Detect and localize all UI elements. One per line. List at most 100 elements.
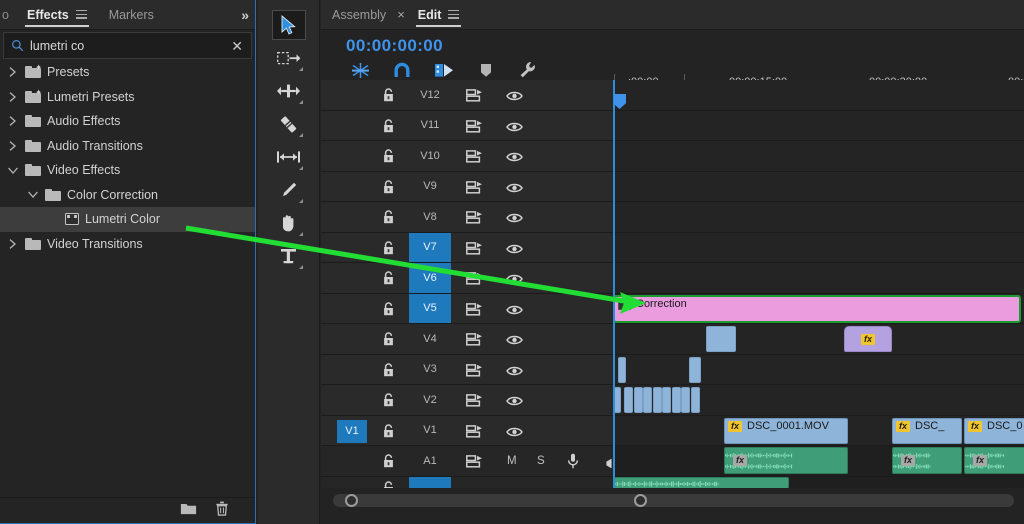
track-header[interactable]: A1 M S [321,446,614,476]
voice-record-icon[interactable] [567,453,579,474]
track-lane[interactable]: Correction [613,293,1024,323]
track-lane[interactable] [614,232,1024,262]
track-lock-icon[interactable] [383,149,394,168]
tab-truncated[interactable]: o [0,0,16,29]
track-lock-icon[interactable] [383,88,394,107]
add-marker-button[interactable] [475,60,497,80]
track-visibility-eye-icon[interactable] [506,272,523,290]
track-name-A1[interactable]: A1 [409,446,451,476]
tree-item-video-transitions[interactable]: Video Transitions [0,232,255,257]
timeline-settings-button[interactable] [517,60,539,80]
track-select-forward-tool[interactable] [272,43,306,73]
sync-lock-icon[interactable] [466,241,483,260]
track-visibility-eye-icon[interactable] [506,89,523,107]
track-lane[interactable] [614,202,1024,232]
track-lock-icon[interactable] [383,362,394,382]
chevron-right-icon[interactable] [6,238,19,249]
track-visibility-eye-icon[interactable] [506,333,523,351]
track-lane[interactable] [614,263,1024,293]
track-name-V3[interactable]: V3 [409,355,451,385]
playhead-timecode[interactable]: 00:00:00:00 [346,36,443,56]
tab-effects[interactable]: Effects [16,0,98,29]
chevron-down-icon[interactable] [26,191,39,199]
type-tool[interactable] [272,241,306,271]
clip-video-2[interactable]: fx DSC_0 [964,417,1024,444]
clip-audio-0[interactable]: fx [724,447,848,474]
track-lock-icon[interactable] [383,179,394,199]
ripple-edit-tool[interactable] [272,76,306,106]
mute-button[interactable]: M [507,455,517,467]
clip-audio-2[interactable]: fx [964,447,1024,474]
track-visibility-eye-icon[interactable] [506,181,523,199]
track-name-V6[interactable]: V6 [409,263,451,293]
track-name-V8[interactable]: V8 [409,202,451,232]
track-lane[interactable] [614,354,1024,384]
track-lane[interactable] [614,171,1024,201]
track-lane[interactable]: fx fx fx [614,446,1024,476]
zoom-handle-right[interactable] [634,493,647,507]
clip-video-1[interactable]: fx DSC_ [892,417,962,444]
tree-item-video-effects[interactable]: Video Effects [0,158,255,183]
search-input[interactable] [30,38,225,53]
track-header[interactable]: V3 [321,354,614,385]
track-lane[interactable] [614,141,1024,171]
track-visibility-eye-icon[interactable] [506,394,523,412]
clip-v3-a[interactable] [618,356,626,383]
sync-lock-icon[interactable] [466,180,483,199]
track-header[interactable]: V12 [321,80,614,110]
track-name-V1[interactable]: V1 [409,416,451,446]
chevron-right-icon[interactable] [6,116,19,127]
effects-panel-menu-icon[interactable] [75,10,87,19]
track-name-V4[interactable]: V4 [409,324,451,354]
sync-lock-icon[interactable] [466,424,483,443]
effects-search-row[interactable]: ✕ [3,32,252,59]
clip-v2-strip[interactable] [671,387,681,413]
hand-tool[interactable] [272,208,306,238]
track-lock-icon[interactable] [383,454,394,473]
track-header[interactable]: V9 [321,171,614,202]
sync-lock-icon[interactable] [466,455,483,473]
close-tab-icon[interactable]: × [397,0,407,29]
track-name-a2[interactable] [409,476,451,488]
playhead[interactable] [613,80,615,488]
clip-v2-strip[interactable] [633,387,643,413]
source-patch-V1[interactable]: V1 [337,419,367,443]
clip-graphic-fx[interactable]: fx [844,326,892,352]
clip-v2-strip[interactable] [652,387,662,413]
track-name-V11[interactable]: V11 [409,111,451,141]
track-lane[interactable] [614,476,1024,488]
track-lock-icon[interactable] [383,393,394,412]
track-lock-icon[interactable] [383,210,394,229]
track-name-V9[interactable]: V9 [409,172,451,202]
sync-lock-icon[interactable] [466,272,483,290]
track-header[interactable]: V5 [321,293,614,323]
clip-v2-strip[interactable] [662,387,671,413]
tree-item-color-correction[interactable]: Color Correction [0,183,255,208]
tree-item-lumetri-presets[interactable]: ✦ Lumetri Presets [0,85,255,110]
chevron-right-icon[interactable] [6,140,19,151]
track-name-V7[interactable]: V7 [409,232,451,262]
new-custom-bin-icon[interactable] [180,502,197,520]
track-lock-icon[interactable] [383,240,394,260]
sync-lock-icon[interactable] [466,363,483,382]
zoom-handle-left[interactable] [345,493,358,507]
track-lane[interactable] [614,385,1024,415]
clip-v3-b[interactable] [689,356,701,383]
linked-selection-button[interactable] [433,60,455,80]
tree-item-presets[interactable]: ✦ Presets [0,60,255,85]
track-name-V10[interactable]: V10 [409,141,451,171]
sync-lock-icon[interactable] [466,89,483,107]
sync-lock-icon[interactable] [466,150,483,168]
tree-item-audio-effects[interactable]: Audio Effects [0,109,255,134]
clip-v2-strip[interactable] [690,387,700,413]
timeline-panel-menu-icon[interactable] [448,10,460,19]
sync-lock-icon[interactable] [466,394,483,412]
track-name-V12[interactable]: V12 [409,80,451,110]
track-name-V5[interactable]: V5 [409,293,451,323]
track-visibility-eye-icon[interactable] [506,150,523,168]
pen-tool[interactable] [272,175,306,205]
clip-v2-strip[interactable] [643,387,652,413]
tree-item-audio-transitions[interactable]: Audio Transitions [0,134,255,159]
clip-correction[interactable]: Correction [613,294,1021,323]
track-lock-icon[interactable] [383,480,394,488]
